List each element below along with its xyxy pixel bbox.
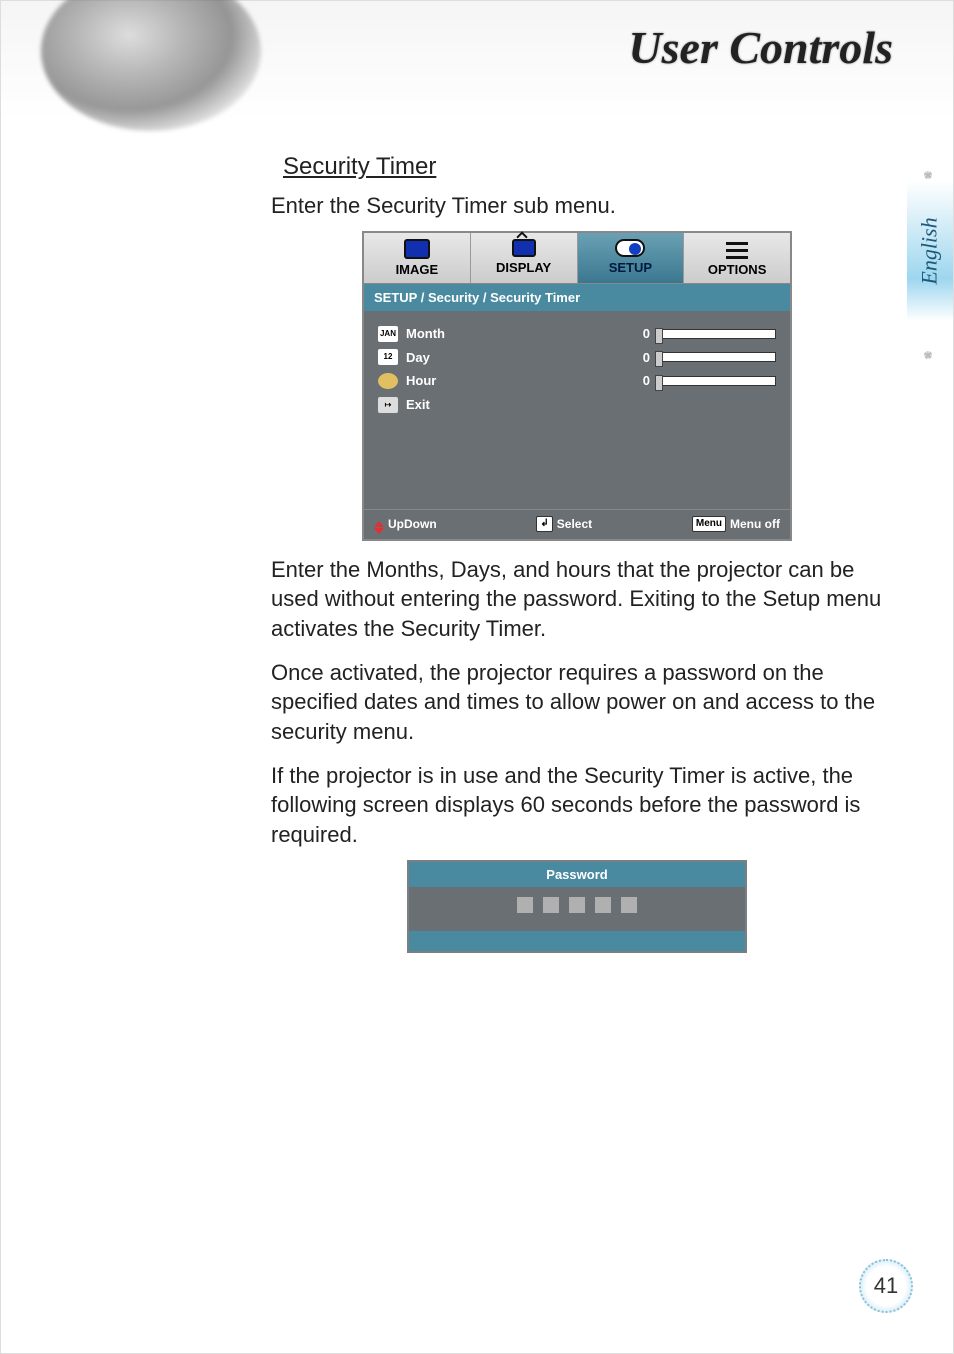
monitor-icon bbox=[404, 239, 430, 259]
content-area: Security Timer Enter the Security Timer … bbox=[1, 121, 953, 983]
osd-tab-image[interactable]: IMAGE bbox=[364, 233, 471, 283]
hint-select: ↲ Select bbox=[536, 516, 592, 532]
osd-tab-bar: IMAGE DISPLAY SETUP OPTIONS bbox=[364, 233, 790, 284]
language-tab: English bbox=[907, 181, 953, 321]
tab-label: IMAGE bbox=[396, 262, 439, 277]
osd-breadcrumb: SETUP / Security / Security Timer bbox=[364, 284, 790, 312]
page-number: 41 bbox=[874, 1273, 898, 1299]
paragraph-1: Enter the Months, Days, and hours that t… bbox=[271, 555, 883, 644]
menu-key-icon: Menu bbox=[692, 516, 726, 532]
password-dot bbox=[543, 897, 559, 913]
password-title: Password bbox=[409, 862, 745, 888]
item-value: 0 bbox=[630, 349, 650, 367]
osd-footer: UpDown ↲ Select Menu Menu off bbox=[364, 509, 790, 538]
password-dot bbox=[595, 897, 611, 913]
section-heading: Security Timer bbox=[283, 151, 883, 183]
calendar-month-icon: JAN bbox=[378, 326, 398, 342]
hint-label: UpDown bbox=[388, 516, 437, 532]
password-dot bbox=[569, 897, 585, 913]
password-dot bbox=[621, 897, 637, 913]
page-header: User Controls bbox=[1, 1, 953, 121]
osd-item-day[interactable]: 12 Day 0 bbox=[378, 349, 776, 367]
osd-item-exit[interactable]: ↦ Exit bbox=[378, 396, 776, 414]
exit-icon: ↦ bbox=[378, 397, 398, 413]
slider[interactable] bbox=[656, 376, 776, 386]
page-title: User Controls bbox=[628, 21, 893, 74]
updown-arrow-icon bbox=[374, 521, 384, 527]
clock-icon bbox=[378, 373, 398, 389]
tab-label: OPTIONS bbox=[708, 262, 767, 277]
password-dot bbox=[517, 897, 533, 913]
item-label: Month bbox=[406, 325, 496, 343]
osd-item-hour[interactable]: Hour 0 bbox=[378, 372, 776, 390]
calendar-day-icon: 12 bbox=[378, 349, 398, 365]
osd-tab-options[interactable]: OPTIONS bbox=[684, 233, 790, 283]
enter-key-icon: ↲ bbox=[536, 516, 552, 532]
slider[interactable] bbox=[656, 329, 776, 339]
item-label: Exit bbox=[406, 396, 496, 414]
password-dots bbox=[409, 887, 745, 931]
item-label: Day bbox=[406, 349, 496, 367]
osd-tab-display[interactable]: DISPLAY bbox=[471, 233, 578, 283]
item-value: 0 bbox=[630, 325, 650, 343]
language-label: English bbox=[917, 217, 943, 284]
page-number-badge: 41 bbox=[859, 1259, 913, 1313]
intro-text: Enter the Security Timer sub menu. bbox=[271, 191, 883, 221]
hint-menuoff: Menu Menu off bbox=[692, 516, 780, 532]
password-footer-bar bbox=[409, 931, 745, 951]
osd-body: JAN Month 0 12 Day 0 Hour 0 ↦ Exit bbox=[364, 311, 790, 509]
hint-updown: UpDown bbox=[374, 516, 437, 532]
tab-label: DISPLAY bbox=[496, 260, 551, 275]
osd-item-month[interactable]: JAN Month 0 bbox=[378, 325, 776, 343]
slider[interactable] bbox=[656, 352, 776, 362]
item-label: Hour bbox=[406, 372, 496, 390]
item-value: 0 bbox=[630, 372, 650, 390]
setup-icon bbox=[615, 239, 645, 257]
osd-tab-setup[interactable]: SETUP bbox=[578, 233, 685, 283]
tv-icon bbox=[512, 239, 536, 257]
tab-label: SETUP bbox=[609, 260, 652, 275]
side-dots-decor-2 bbox=[913, 331, 943, 379]
paragraph-3: If the projector is in use and the Secur… bbox=[271, 761, 883, 850]
paragraph-2: Once activated, the projector requires a… bbox=[271, 658, 883, 747]
password-screenshot: Password bbox=[407, 860, 747, 954]
osd-menu-screenshot: IMAGE DISPLAY SETUP OPTIONS SETUP / Secu… bbox=[362, 231, 792, 540]
lens-graphic bbox=[41, 0, 261, 131]
hint-label: Menu off bbox=[730, 516, 780, 532]
hint-label: Select bbox=[557, 516, 592, 532]
options-icon bbox=[726, 239, 748, 259]
